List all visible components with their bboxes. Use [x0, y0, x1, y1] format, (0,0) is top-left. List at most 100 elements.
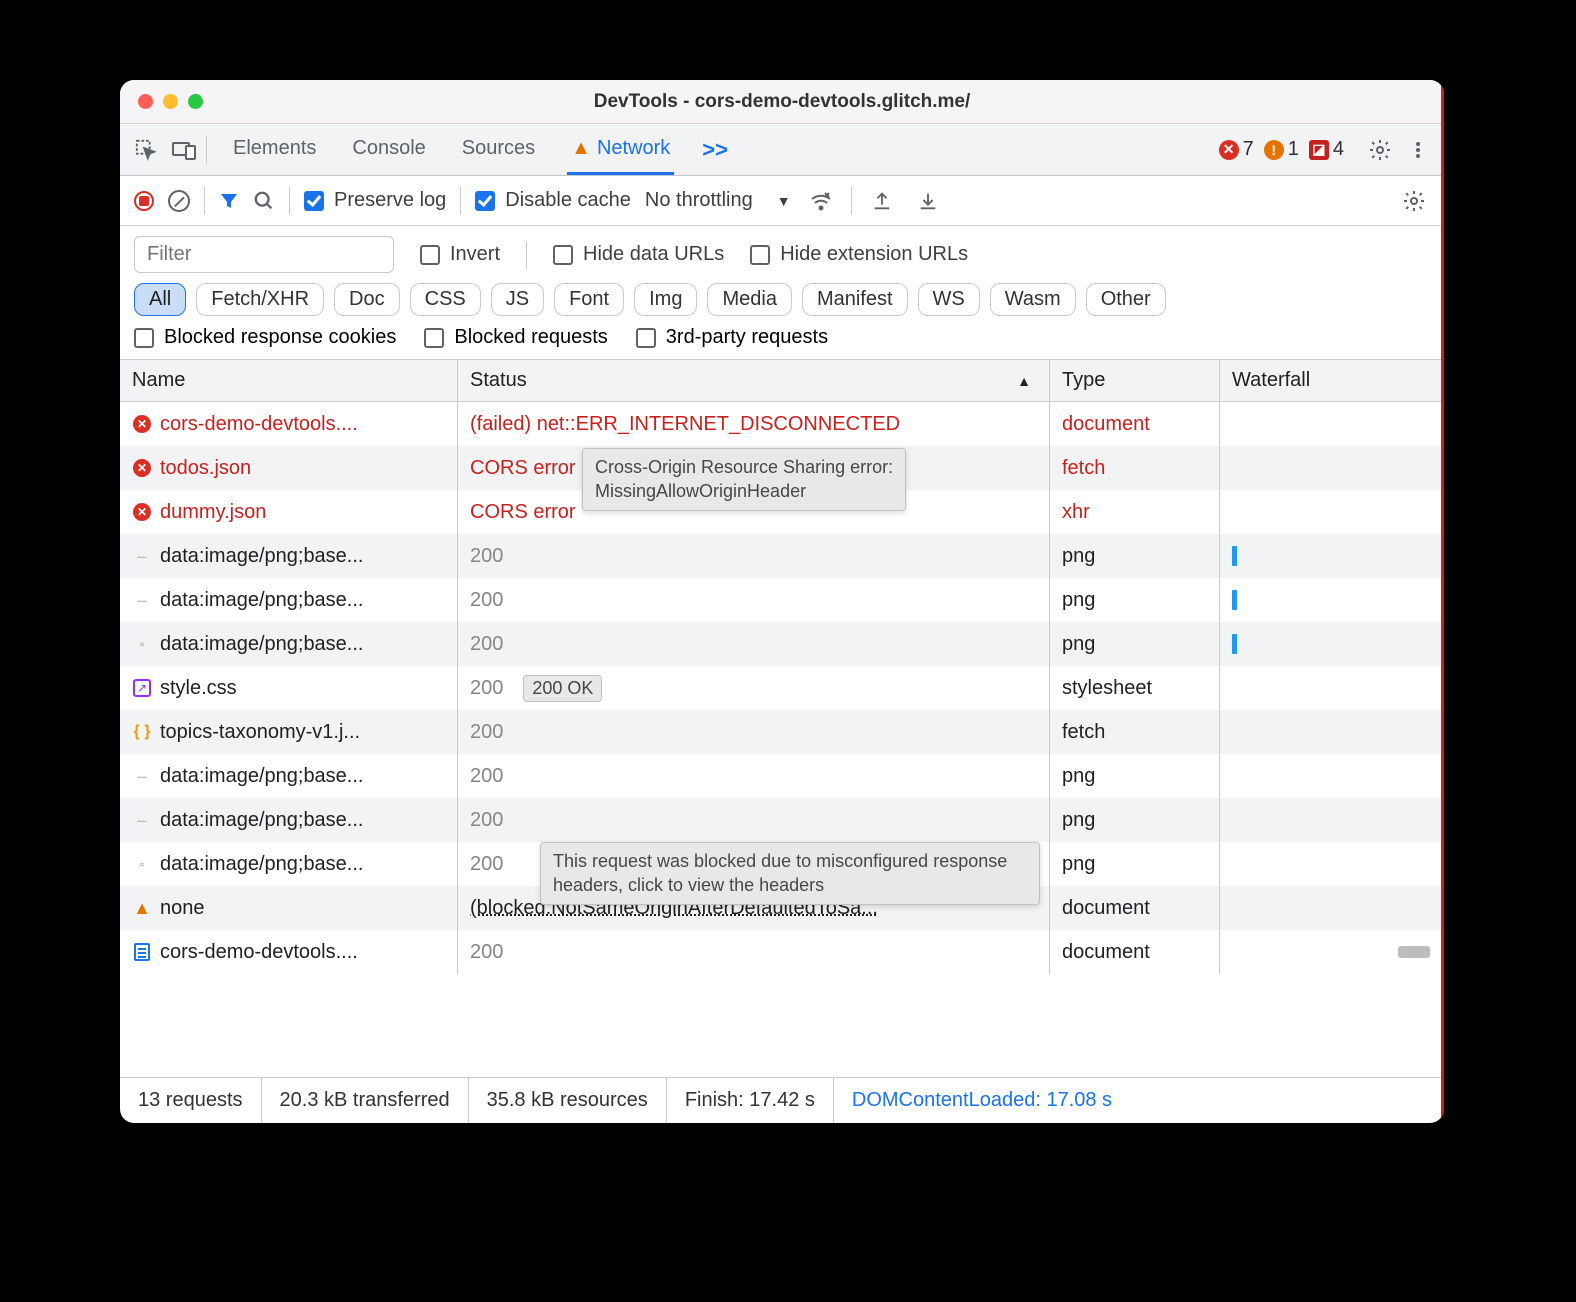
- filter-chip-img[interactable]: Img: [634, 283, 697, 316]
- table-row[interactable]: –data:image/png;base...200png: [120, 534, 1444, 578]
- waterfall-bar: [1232, 590, 1237, 610]
- inspect-element-icon[interactable]: [130, 134, 162, 166]
- waterfall-bar: [1232, 546, 1237, 566]
- table-row[interactable]: –data:image/png;base...200png: [120, 754, 1444, 798]
- cell-waterfall: [1220, 666, 1444, 710]
- cell-waterfall: [1220, 446, 1444, 490]
- tab-elements[interactable]: Elements: [229, 124, 320, 175]
- cell-name: cors-demo-devtools....: [120, 930, 458, 974]
- clear-button[interactable]: [168, 190, 190, 212]
- table-row[interactable]: cors-demo-devtools....200document: [120, 930, 1444, 974]
- table-row[interactable]: ▫data:image/png;base...200png: [120, 622, 1444, 666]
- titlebar: DevTools - cors-demo-devtools.glitch.me/: [120, 80, 1444, 124]
- hide-data-urls-checkbox[interactable]: Hide data URLs: [553, 243, 724, 266]
- cell-waterfall: [1220, 798, 1444, 842]
- cors-tooltip: Cross-Origin Resource Sharing error:Miss…: [582, 448, 906, 511]
- panel-tabs: Elements Console Sources ▲ Network >>: [229, 124, 728, 175]
- network-conditions-icon[interactable]: [805, 185, 837, 217]
- cell-name: ↗style.css: [120, 666, 458, 710]
- hide-extension-urls-checkbox[interactable]: Hide extension URLs: [750, 243, 968, 266]
- filter-input[interactable]: [134, 236, 394, 273]
- column-waterfall[interactable]: Waterfall: [1220, 360, 1444, 401]
- cell-type: document: [1050, 402, 1220, 446]
- cell-status: 200: [458, 622, 1050, 666]
- table-row[interactable]: –data:image/png;base...200png: [120, 578, 1444, 622]
- status-bar: 13 requests 20.3 kB transferred 35.8 kB …: [120, 1077, 1444, 1123]
- column-status[interactable]: Status▲: [458, 360, 1050, 401]
- preserve-log-checkbox[interactable]: Preserve log: [304, 189, 446, 212]
- close-window-button[interactable]: [138, 94, 153, 109]
- table-body: ✕cors-demo-devtools....(failed) net::ERR…: [120, 402, 1444, 1077]
- checkbox-icon: [636, 328, 656, 348]
- settings-icon[interactable]: [1364, 134, 1396, 166]
- generic-file-icon: –: [137, 810, 147, 831]
- sort-asc-icon: ▲: [1017, 373, 1031, 389]
- waterfall-bar: [1398, 946, 1430, 958]
- filter-chip-ws[interactable]: WS: [918, 283, 980, 316]
- issue-count[interactable]: ◪4: [1309, 138, 1344, 161]
- record-button[interactable]: [134, 191, 154, 211]
- main-tabbar: Elements Console Sources ▲ Network >> ✕7…: [120, 124, 1444, 176]
- third-party-checkbox[interactable]: 3rd-party requests: [636, 326, 828, 349]
- filter-chip-media[interactable]: Media: [707, 283, 791, 316]
- transferred-size: 20.3 kB transferred: [262, 1078, 469, 1123]
- cell-waterfall: [1220, 534, 1444, 578]
- disable-cache-checkbox[interactable]: Disable cache: [475, 189, 631, 212]
- blocked-cookies-checkbox[interactable]: Blocked response cookies: [134, 326, 396, 349]
- maximize-window-button[interactable]: [188, 94, 203, 109]
- finish-time: Finish: 17.42 s: [667, 1078, 834, 1123]
- filter-chip-other[interactable]: Other: [1086, 283, 1166, 316]
- filter-chip-fetchxhr[interactable]: Fetch/XHR: [196, 283, 324, 316]
- error-icon: ✕: [133, 415, 151, 433]
- table-row[interactable]: ↗style.css200200 OKstylesheet: [120, 666, 1444, 710]
- blocked-requests-checkbox[interactable]: Blocked requests: [424, 326, 607, 349]
- text-file-icon: ▫: [140, 637, 144, 651]
- column-type[interactable]: Type: [1050, 360, 1220, 401]
- chevron-down-icon: ▼: [777, 193, 791, 209]
- upload-har-icon[interactable]: [866, 185, 898, 217]
- cell-type: document: [1050, 886, 1220, 930]
- filter-chip-manifest[interactable]: Manifest: [802, 283, 908, 316]
- kebab-menu-icon[interactable]: [1402, 134, 1434, 166]
- error-count[interactable]: ✕7: [1219, 138, 1254, 161]
- cell-type: png: [1050, 798, 1220, 842]
- blocked-tooltip: This request was blocked due to misconfi…: [540, 842, 1040, 905]
- separator: [460, 187, 461, 215]
- cell-waterfall: [1220, 754, 1444, 798]
- network-settings-icon[interactable]: [1398, 185, 1430, 217]
- warning-count[interactable]: !1: [1264, 138, 1299, 161]
- search-icon[interactable]: [253, 190, 275, 212]
- column-name[interactable]: Name: [120, 360, 458, 401]
- error-icon: ✕: [133, 459, 151, 477]
- tab-console[interactable]: Console: [348, 124, 429, 175]
- filter-chip-wasm[interactable]: Wasm: [990, 283, 1076, 316]
- minimize-window-button[interactable]: [163, 94, 178, 109]
- table-row[interactable]: { }topics-taxonomy-v1.j...200fetch: [120, 710, 1444, 754]
- warning-icon: ▲: [571, 137, 591, 160]
- table-row[interactable]: –data:image/png;base...200png: [120, 798, 1444, 842]
- cell-status: 200: [458, 754, 1050, 798]
- table-row[interactable]: ✕cors-demo-devtools....(failed) net::ERR…: [120, 402, 1444, 446]
- domcontentloaded-time: DOMContentLoaded: 17.08 s: [834, 1078, 1130, 1123]
- filter-chip-doc[interactable]: Doc: [334, 283, 400, 316]
- cell-status: 200: [458, 578, 1050, 622]
- cell-type: stylesheet: [1050, 666, 1220, 710]
- cell-type: png: [1050, 578, 1220, 622]
- filter-chip-css[interactable]: CSS: [410, 283, 481, 316]
- cell-name: ▫data:image/png;base...: [120, 622, 458, 666]
- cell-status: 200: [458, 930, 1050, 974]
- tab-network[interactable]: ▲ Network: [567, 124, 674, 175]
- checkbox-icon: [475, 191, 495, 211]
- tab-sources[interactable]: Sources: [458, 124, 539, 175]
- filter-chip-js[interactable]: JS: [491, 283, 544, 316]
- device-toolbar-icon[interactable]: [168, 134, 200, 166]
- filter-chip-all[interactable]: All: [134, 283, 186, 316]
- filter-icon[interactable]: [219, 191, 239, 211]
- download-har-icon[interactable]: [912, 185, 944, 217]
- cell-type: png: [1050, 754, 1220, 798]
- waterfall-bar: [1232, 634, 1237, 654]
- filter-chip-font[interactable]: Font: [554, 283, 624, 316]
- throttling-select[interactable]: No throttling▼: [645, 189, 791, 212]
- more-tabs-button[interactable]: >>: [702, 137, 728, 163]
- invert-checkbox[interactable]: Invert: [420, 243, 500, 266]
